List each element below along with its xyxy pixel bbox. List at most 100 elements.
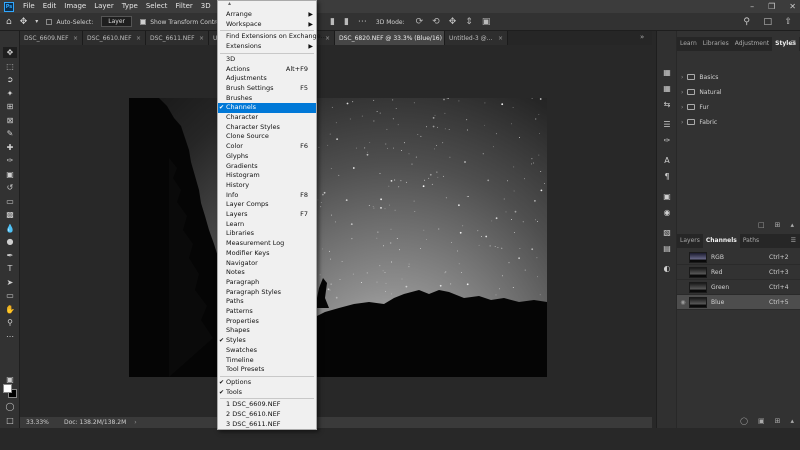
menu-image[interactable]: Image [60, 0, 90, 13]
panel-menu-icon[interactable]: ☰ [791, 234, 796, 248]
channels-mini-icon[interactable]: ◐ [661, 263, 673, 275]
foreground-color-swatch[interactable] [3, 384, 12, 393]
menu-item-properties[interactable]: Properties [218, 317, 316, 327]
channel-row-red[interactable]: Red Ctrl+3 [677, 265, 800, 280]
tab-libraries[interactable]: Libraries [700, 37, 732, 51]
tab-layers[interactable]: Layers [677, 234, 703, 248]
document-image[interactable] [129, 98, 547, 377]
channel-row-rgb[interactable]: RGB Ctrl+2 [677, 250, 800, 265]
menu-item-adjustments[interactable]: Adjustments [218, 74, 316, 84]
style-group-fur[interactable]: › Fur [681, 100, 709, 114]
menu-item-options[interactable]: ✔ Options [218, 378, 316, 388]
menu-item-3-dsc-6611-nef[interactable]: 3 DSC_6611.NEF [218, 420, 316, 430]
menu-item-navigator[interactable]: Navigator [218, 259, 316, 269]
menu-item-info[interactable]: Info F8 [218, 191, 316, 201]
canvas-area[interactable] [20, 45, 652, 417]
menu-item-1-dsc-6609-nef[interactable]: 1 DSC_6609.NEF [218, 400, 316, 410]
menu-item-brushes[interactable]: Brushes [218, 94, 316, 104]
healing-brush-tool-icon[interactable]: ✚ [3, 142, 17, 153]
default-colors-icon[interactable]: ▣ [3, 374, 17, 385]
more-options-icon[interactable]: ⋯ [358, 17, 367, 27]
menu-item-color[interactable]: Color F6 [218, 142, 316, 152]
menu-item-actions[interactable]: Actions Alt+F9 [218, 65, 316, 75]
document-tab[interactable]: DSC_6820.NEF @ 33.3% (Blue/16)× [335, 31, 445, 45]
menu-item-workspace[interactable]: Workspace ▶ [218, 20, 316, 30]
visibility-eye-icon[interactable]: ◉ [677, 299, 689, 306]
tabs-overflow-icon[interactable]: » [640, 33, 644, 41]
panel-menu-icon[interactable]: ☰ [791, 37, 796, 51]
auto-select-target-dropdown[interactable]: Layer [101, 16, 132, 27]
trash-icon[interactable]: ▴ [790, 417, 794, 425]
close-icon[interactable]: × [136, 35, 141, 42]
menu-item-paragraph[interactable]: Paragraph [218, 278, 316, 288]
scale-3d-icon[interactable]: ▣ [482, 17, 491, 27]
menu-item-libraries[interactable]: Libraries [218, 229, 316, 239]
chevron-right-icon[interactable]: › [681, 74, 683, 81]
menu-item-character-styles[interactable]: Character Styles [218, 123, 316, 133]
menu-item-paragraph-styles[interactable]: Paragraph Styles [218, 288, 316, 298]
crop-tool-icon[interactable]: ⊞ [3, 101, 17, 112]
info-icon[interactable]: ▧ [661, 227, 673, 239]
menu-item-swatches[interactable]: Swatches [218, 346, 316, 356]
menu-item-histogram[interactable]: Histogram [218, 171, 316, 181]
document-tab[interactable]: DSC_6611.NEF × [146, 31, 209, 45]
screen-mode-icon[interactable]: □ [3, 415, 17, 426]
menu-item-paths[interactable]: Paths [218, 297, 316, 307]
eraser-tool-icon[interactable]: ▭ [3, 196, 17, 207]
menu-file[interactable]: File [19, 0, 39, 13]
menu-item-modifier-keys[interactable]: Modifier Keys [218, 249, 316, 259]
channel-row-blue[interactable]: ◉ Blue Ctrl+5 [677, 295, 800, 310]
trash-icon[interactable]: ▴ [790, 221, 794, 229]
menu-item-channels[interactable]: ✔ Channels [218, 103, 316, 113]
quick-mask-icon[interactable]: ◯ [3, 401, 17, 412]
marquee-tool-icon[interactable]: ⬚ [3, 61, 17, 72]
zoom-tool-icon[interactable]: ⚲ [3, 317, 17, 328]
pan-3d-icon[interactable]: ✥ [449, 17, 457, 27]
paragraph-icon[interactable]: ¶ [661, 171, 673, 183]
home-icon[interactable]: ⌂ [6, 17, 12, 27]
tab-learn[interactable]: Learn [677, 37, 700, 51]
new-channel-icon[interactable]: ⊞ [775, 417, 781, 425]
adjustments-icon[interactable]: ⇆ [661, 99, 673, 111]
menu-edit[interactable]: Edit [39, 0, 61, 13]
menu-filter[interactable]: Filter [171, 0, 196, 13]
dodge-tool-icon[interactable]: ● [3, 236, 17, 247]
menu-item-clone-source[interactable]: Clone Source [218, 132, 316, 142]
style-group-fabric[interactable]: › Fabric [681, 115, 717, 129]
menu-item-layers[interactable]: Layers F7 [218, 210, 316, 220]
workspace-icon[interactable]: □ [763, 17, 772, 27]
close-icon[interactable]: ✕ [789, 0, 796, 13]
menu-item-notes[interactable]: Notes [218, 268, 316, 278]
hand-tool-icon[interactable]: ✋ [3, 304, 17, 315]
roll-3d-icon[interactable]: ⟲ [432, 17, 440, 27]
path-selection-tool-icon[interactable]: ➤ [3, 277, 17, 288]
menu-type[interactable]: Type [118, 0, 142, 13]
menu-3d[interactable]: 3D [197, 0, 215, 13]
menu-item-gradients[interactable]: Gradients [218, 162, 316, 172]
menu-item-glyphs[interactable]: Glyphs [218, 152, 316, 162]
new-style-icon[interactable]: ⊞ [775, 221, 781, 229]
chevron-right-icon[interactable]: › [681, 104, 683, 111]
tab-channels[interactable]: Channels [702, 234, 740, 248]
menu-select[interactable]: Select [142, 0, 172, 13]
menu-item-tools[interactable]: ✔ Tools [218, 388, 316, 398]
document-tab[interactable]: DSC_6609.NEF × [20, 31, 83, 45]
swatches-icon[interactable]: ▦ [661, 83, 673, 95]
orbit-3d-icon[interactable]: ⟳ [416, 17, 424, 27]
menu-item-layer-comps[interactable]: Layer Comps [218, 200, 316, 210]
load-selection-icon[interactable]: ◯ [740, 417, 748, 425]
menu-item-brush-settings[interactable]: Brush Settings F5 [218, 84, 316, 94]
camera-icon[interactable]: ▣ [661, 191, 673, 203]
document-tab[interactable]: Untitled-3 @... × [445, 31, 508, 45]
menu-item-arrange[interactable]: Arrange ▶ [218, 10, 316, 20]
slide-3d-icon[interactable]: ⇕ [465, 17, 473, 27]
blur-tool-icon[interactable]: 💧 [3, 223, 17, 234]
close-icon[interactable]: × [498, 35, 503, 42]
frame-tool-icon[interactable]: ⊠ [3, 115, 17, 126]
chevron-right-icon[interactable]: › [681, 89, 683, 96]
properties-icon[interactable]: ☰ [661, 119, 673, 131]
clone-source-icon[interactable]: ◉ [661, 207, 673, 219]
menu-item-character[interactable]: Character [218, 113, 316, 123]
chevron-down-icon[interactable]: ▾ [35, 18, 38, 25]
eyedropper-tool-icon[interactable]: ✎ [3, 128, 17, 139]
